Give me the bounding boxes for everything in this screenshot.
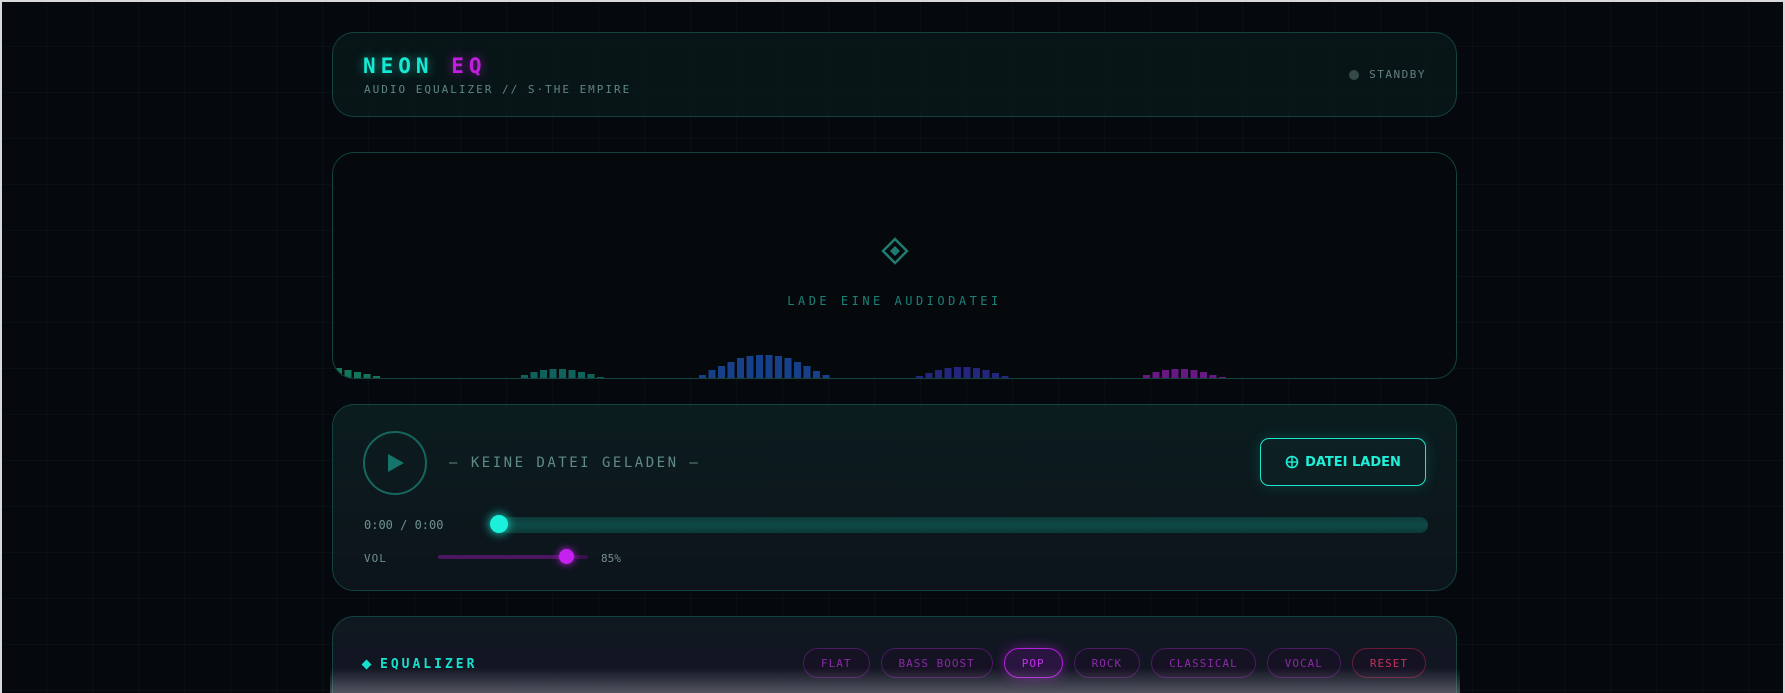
spectrum-bar [344, 370, 352, 378]
logo-accent: EQ [451, 54, 487, 78]
spectrum-bar [973, 368, 980, 378]
visualizer-panel[interactable]: LADE EINE AUDIODATEI [332, 152, 1457, 379]
preset-vocal-button[interactable]: VOCAL [1266, 648, 1341, 678]
status-label: STANDBY [1369, 68, 1426, 81]
load-file-button[interactable]: DATEI LADEN [1260, 438, 1426, 486]
spectrum-bar [803, 366, 811, 378]
play-button[interactable] [363, 431, 427, 495]
spectrum-bar [992, 373, 999, 378]
reset-button[interactable]: RESET [1351, 648, 1426, 678]
load-hint: LADE EINE AUDIODATEI [787, 294, 1002, 308]
spectrum-bar [597, 377, 604, 378]
spectrum-bar [373, 376, 380, 378]
volume-thumb[interactable] [558, 549, 574, 564]
preset-bass-boost-button[interactable]: BASS BOOST [880, 648, 993, 678]
spectrum-bar [1181, 369, 1188, 378]
app-header: NEON EQ AUDIO EQUALIZER // S·THE EMPIRE … [332, 32, 1457, 117]
spectrum-bar [832, 378, 839, 379]
app-subtitle: AUDIO EQUALIZER // S·THE EMPIRE [364, 83, 632, 96]
equalizer-title-label: EQUALIZER [380, 657, 478, 672]
spectrum-bar [559, 369, 566, 378]
spectrum-bar [1200, 372, 1207, 378]
spectrum-bar [540, 370, 547, 378]
spectrum-bar [708, 370, 716, 378]
preset-rock-button[interactable]: ROCK [1073, 648, 1141, 678]
spectrum-bar [794, 362, 801, 378]
spectrum-bar [1152, 372, 1160, 378]
spectrum-bar [363, 374, 371, 378]
spectrum-bar [727, 362, 735, 378]
spectrum-bar [1162, 370, 1169, 378]
spectrum-bar [963, 367, 971, 378]
equalizer-title: EQUALIZER [361, 657, 478, 672]
volume-value: 85% [601, 552, 621, 565]
spectrum-bar [925, 373, 933, 378]
spectrum-bar [578, 372, 585, 378]
seek-bar[interactable] [499, 517, 1428, 533]
spectrum-bar [756, 355, 763, 378]
spectrum-bar [1190, 370, 1198, 378]
spectrum-bar [775, 356, 782, 378]
status-indicator: STANDBY [1349, 68, 1426, 81]
spectrum-bar [982, 370, 990, 378]
spectrum-bars [335, 355, 1226, 379]
preset-flat-button[interactable]: FLAT [803, 648, 870, 678]
spectrum-bar [549, 369, 557, 378]
spectrum-bar [746, 356, 754, 378]
spectrum-bar [765, 355, 773, 378]
spectrum-bar [916, 376, 923, 378]
diamond-bullet-icon [361, 659, 372, 670]
diamond-icon [881, 237, 909, 265]
spectrum-bar [1209, 375, 1217, 378]
time-display: 0:00 / 0:00 [364, 518, 444, 532]
spectrum-bar [1001, 376, 1009, 378]
spectrum-bar [813, 371, 820, 378]
preset-classical-button[interactable]: CLASSICAL [1151, 648, 1256, 678]
seek-thumb[interactable] [490, 515, 508, 533]
load-file-label: DATEI LADEN [1305, 454, 1401, 470]
play-icon [388, 454, 404, 472]
preset-pop-button[interactable]: POP [1003, 648, 1063, 678]
spectrum-bar [335, 368, 342, 378]
app-logo: NEON EQ [363, 54, 487, 78]
spectrum-bar [1219, 377, 1226, 378]
spectrum-bar [1171, 369, 1179, 378]
equalizer-panel: EQUALIZER FLAT BASS BOOST POP ROCK CLASS… [332, 616, 1457, 693]
logo-primary: NEON [363, 54, 434, 78]
spectrum-bar [822, 375, 830, 378]
spectrum-bar [354, 372, 361, 378]
volume-label: VOL [364, 552, 387, 565]
volume-fill [438, 555, 566, 559]
spectrum-bar [935, 370, 942, 378]
spectrum-bar [784, 358, 792, 378]
spectrum-bar [568, 370, 576, 378]
spectrum-bar [718, 366, 725, 378]
track-name: — KEINE DATEI GELADEN — [449, 455, 701, 471]
spectrum-bar [944, 368, 952, 378]
spectrum-bar [1143, 375, 1150, 378]
player-panel: — KEINE DATEI GELADEN — DATEI LADEN 0:00… [332, 404, 1457, 591]
globe-icon [1285, 455, 1299, 469]
status-dot-icon [1349, 69, 1360, 80]
spectrum-bar [699, 375, 706, 378]
spectrum-bar [521, 375, 528, 378]
spectrum-bar [954, 367, 961, 378]
spectrum-bar [587, 374, 595, 378]
spectrum-bar [530, 372, 538, 378]
preset-group: FLAT BASS BOOST POP ROCK CLASSICAL VOCAL… [803, 648, 1426, 678]
spectrum-bar [737, 358, 744, 378]
